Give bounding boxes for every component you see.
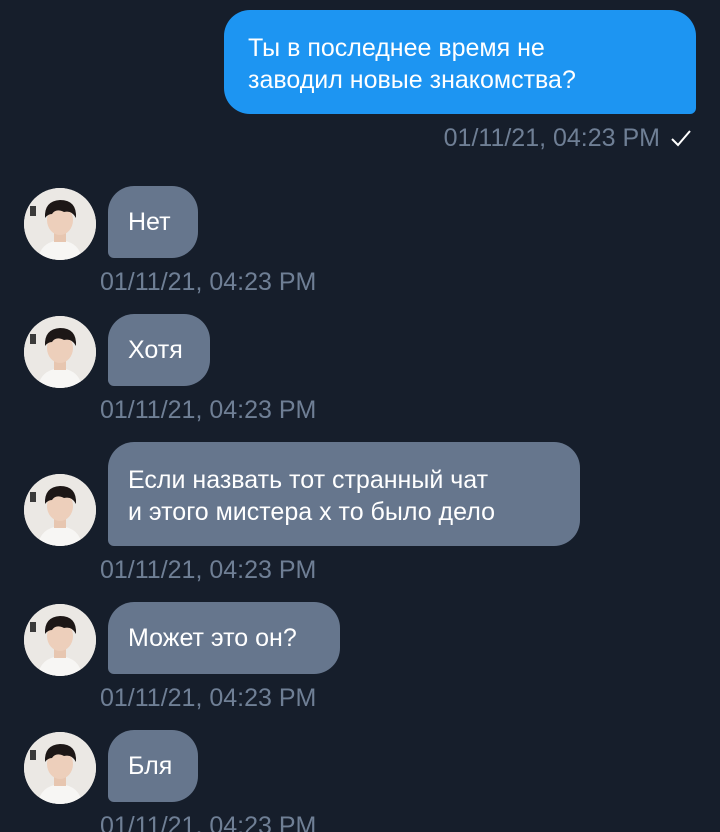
avatar[interactable]: [24, 604, 96, 676]
avatar[interactable]: [24, 732, 96, 804]
message-timestamp: 01/11/21, 04:23 PM: [100, 556, 317, 584]
avatar[interactable]: [24, 316, 96, 388]
message-text-line: заводил новые знакомства?: [248, 66, 576, 94]
message-timestamp: 01/11/21, 04:23 PM: [100, 268, 317, 296]
message-text-line: и этого мистера х то было дело: [128, 498, 495, 526]
message-timestamp: 01/11/21, 04:23 PM: [100, 812, 317, 832]
outgoing-message-bubble[interactable]: Ты в последнее время не заводил новые зн…: [224, 10, 696, 114]
avatar[interactable]: [24, 474, 96, 546]
message-text-line: Ты в последнее время не: [248, 34, 545, 62]
message-text-line: Если назвать тот странный чат: [128, 466, 489, 494]
message-timestamp: 01/11/21, 04:23 PM: [100, 684, 317, 712]
check-icon: [670, 127, 692, 149]
incoming-message-bubble[interactable]: Бля: [108, 730, 198, 802]
avatar[interactable]: [24, 188, 96, 260]
incoming-message-bubble[interactable]: Может это он?: [108, 602, 340, 674]
message-text: Нет: [128, 208, 171, 236]
chat-view: Ты в последнее время не заводил новые зн…: [0, 0, 720, 832]
message-timestamp: 01/11/21, 04:23 PM: [100, 396, 317, 424]
outgoing-message-meta: 01/11/21, 04:23 PM: [444, 122, 692, 154]
message-text: Бля: [128, 752, 173, 780]
message-text: Хотя: [128, 336, 183, 364]
message-text: Может это он?: [128, 624, 297, 652]
incoming-message-bubble[interactable]: Хотя: [108, 314, 210, 386]
message-timestamp: 01/11/21, 04:23 PM: [443, 123, 660, 152]
incoming-message-bubble[interactable]: Нет: [108, 186, 198, 258]
incoming-message-bubble[interactable]: Если назвать тот странный чат и этого ми…: [108, 442, 580, 546]
